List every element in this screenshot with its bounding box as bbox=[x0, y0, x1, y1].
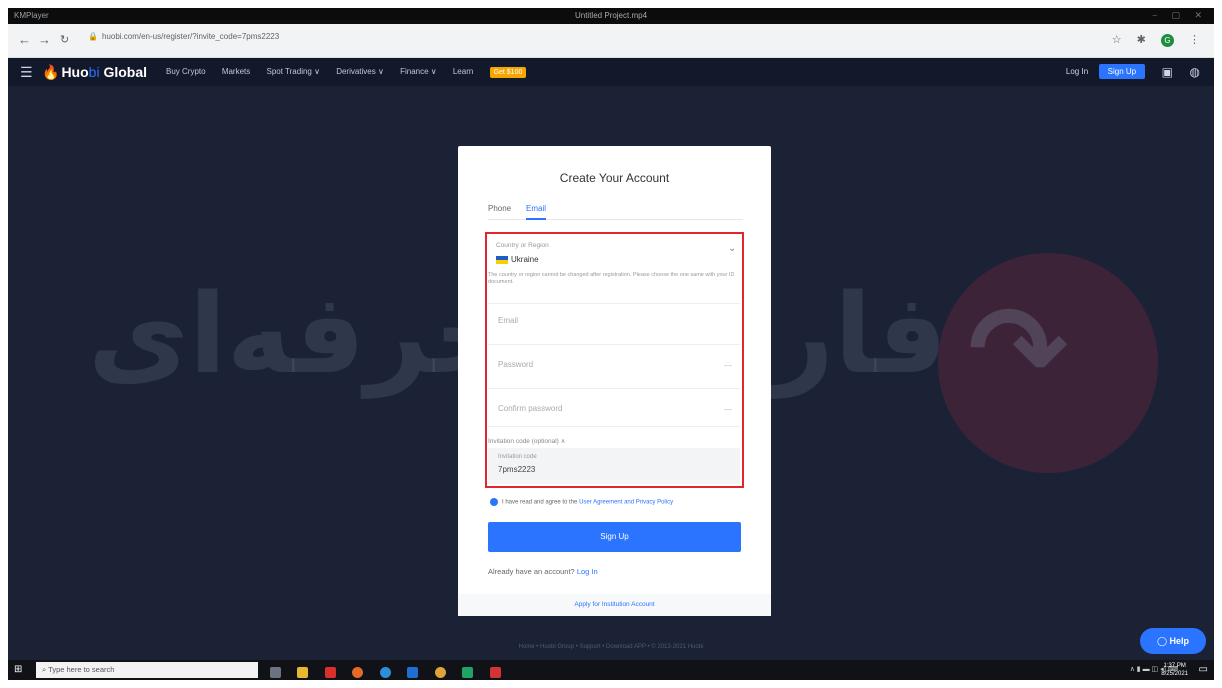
confirm-password-field[interactable]: Confirm password bbox=[498, 404, 562, 413]
browser-toolbar: ← → ↻ 🔒 huobi.com/en-us/register/?invite_… bbox=[8, 24, 1214, 58]
profile-avatar[interactable]: G bbox=[1160, 33, 1174, 47]
clock-date: 8/25/2021 bbox=[1161, 671, 1188, 677]
eye-off-icon[interactable]: — bbox=[724, 361, 732, 370]
eye-off-icon[interactable]: — bbox=[724, 405, 732, 414]
url-text: huobi.com/en-us/register/?invite_code=7p… bbox=[101, 32, 280, 41]
globe-icon[interactable]: ◍ bbox=[1190, 65, 1200, 79]
chat-icon: ◯ bbox=[1156, 636, 1168, 646]
help-label: Help bbox=[1169, 636, 1190, 646]
signup-button[interactable]: Sign Up bbox=[488, 522, 741, 552]
forward-icon[interactable]: → bbox=[38, 33, 51, 47]
taskbar-search[interactable]: ⌕ Type here to search bbox=[36, 662, 258, 678]
back-icon[interactable]: ← bbox=[18, 33, 31, 47]
divider bbox=[488, 303, 740, 304]
ukraine-flag-icon bbox=[496, 255, 508, 264]
lock-icon: 🔒 bbox=[88, 32, 98, 41]
watermark-logo: ↷ bbox=[938, 253, 1158, 473]
taskbar-clock[interactable]: 1:37 PM 8/25/2021 bbox=[1161, 662, 1188, 678]
search-placeholder: Type here to search bbox=[48, 665, 115, 674]
notifications-icon[interactable]: ▭ bbox=[1199, 664, 1208, 675]
tab-email[interactable]: Email bbox=[526, 204, 547, 220]
invite-code-value: 7pms2223 bbox=[498, 465, 536, 474]
hamburger-menu-icon[interactable]: ☰ bbox=[20, 64, 33, 81]
firefox-icon[interactable] bbox=[352, 667, 364, 679]
email-field[interactable]: Email bbox=[498, 316, 518, 325]
divider bbox=[488, 344, 740, 345]
login-prompt: Already have an account? Log In bbox=[488, 567, 598, 576]
invite-code-field[interactable]: Invitation code 7pms2223 bbox=[488, 448, 740, 484]
country-label: Country or Region bbox=[496, 242, 549, 249]
chrome-icon[interactable] bbox=[434, 667, 446, 679]
clock-time: 1:37 PM bbox=[1163, 663, 1186, 669]
star-icon[interactable]: ☆ bbox=[1112, 34, 1122, 46]
search-icon: ⌕ bbox=[42, 665, 47, 674]
divider bbox=[488, 426, 740, 427]
player-title-bar: KMPlayer Untitled Project.mp4 ⎯ ▢ ✕ bbox=[8, 8, 1214, 24]
help-button[interactable]: ◯ Help bbox=[1140, 628, 1206, 654]
nav-finance[interactable]: Finance ∨ bbox=[400, 67, 437, 76]
tab-phone[interactable]: Phone bbox=[488, 204, 511, 213]
taskbar-apps bbox=[270, 664, 513, 680]
header-signup-button[interactable]: Sign Up bbox=[1098, 64, 1146, 79]
window-controls[interactable]: ⎯ ▢ ✕ bbox=[1152, 10, 1208, 21]
player-file-name: Untitled Project.mp4 bbox=[574, 11, 648, 20]
main-nav: Buy Crypto Markets Spot Trading ∨ Deriva… bbox=[166, 67, 540, 78]
header-login-link[interactable]: Log In bbox=[1066, 67, 1088, 76]
nav-spot-trading[interactable]: Spot Trading ∨ bbox=[267, 67, 320, 76]
login-link[interactable]: Log In bbox=[577, 567, 598, 576]
agreement-link[interactable]: User Agreement and Privacy Policy bbox=[579, 500, 673, 506]
page-footer-links[interactable]: Home • Huobi Group • Support • Download … bbox=[8, 644, 1214, 650]
register-card: Create Your Account Phone Email Country … bbox=[458, 146, 771, 616]
nav-learn[interactable]: Learn bbox=[453, 67, 473, 76]
app-red2-icon[interactable] bbox=[489, 667, 501, 679]
invite-toggle[interactable]: Invitation code (optional) ∧ bbox=[488, 437, 565, 445]
country-value: Ukraine bbox=[511, 255, 539, 264]
agreement-row: I have read and agree to the User Agreem… bbox=[490, 498, 673, 506]
country-select[interactable]: Ukraine bbox=[496, 255, 539, 264]
country-note: The country or region cannot be changed … bbox=[488, 272, 735, 285]
already-text: Already have an account? bbox=[488, 567, 577, 576]
file-explorer-icon[interactable] bbox=[297, 667, 309, 679]
invite-code-label: Invitation code bbox=[498, 454, 537, 460]
nav-markets[interactable]: Markets bbox=[222, 67, 250, 76]
browser-menu-icon[interactable]: ⋮ bbox=[1189, 34, 1200, 46]
logo-text-main: Huo bbox=[61, 64, 89, 80]
app-red-icon[interactable] bbox=[324, 667, 336, 679]
nav-buy-crypto[interactable]: Buy Crypto bbox=[166, 67, 206, 76]
app-green-icon[interactable] bbox=[462, 667, 474, 679]
screen: KMPlayer Untitled Project.mp4 ⎯ ▢ ✕ ← → … bbox=[8, 8, 1214, 680]
logo-text-tail: Global bbox=[99, 64, 148, 80]
institution-account-link[interactable]: Apply for Institution Account bbox=[458, 594, 771, 616]
agree-checkbox[interactable] bbox=[490, 498, 498, 506]
site-header: ☰ 🔥 Huobi Global Buy Crypto Markets Spot … bbox=[8, 58, 1214, 86]
download-app-icon[interactable]: ▣ bbox=[1162, 65, 1173, 79]
agree-text: I have read and agree to the bbox=[502, 499, 580, 506]
extensions-icon[interactable]: ✱ bbox=[1137, 34, 1146, 46]
windows-start-icon[interactable]: ⊞ bbox=[14, 664, 22, 675]
app-blue2-icon[interactable] bbox=[407, 667, 419, 679]
chevron-down-icon[interactable]: ⌄ bbox=[728, 243, 736, 254]
form-title: Create Your Account bbox=[559, 171, 670, 185]
flame-icon: 🔥 bbox=[42, 64, 60, 80]
watermark-arrow-icon: ↷ bbox=[968, 283, 1069, 417]
address-bar[interactable]: 🔒 huobi.com/en-us/register/?invite_code=7… bbox=[88, 32, 279, 41]
password-field[interactable]: Password bbox=[498, 360, 533, 369]
nav-derivatives[interactable]: Derivatives ∨ bbox=[336, 67, 384, 76]
divider bbox=[488, 388, 740, 389]
huobi-logo[interactable]: 🔥 Huobi Global bbox=[42, 64, 147, 81]
reload-icon[interactable]: ↻ bbox=[60, 33, 69, 47]
logo-text-accent: bi bbox=[88, 64, 100, 80]
taskbar: ⊞ ⌕ Type here to search ∧ ▮ ▬ ◫ ◂) ⌨ 1:3… bbox=[8, 660, 1214, 680]
task-view-icon[interactable] bbox=[270, 667, 281, 679]
register-tabs: Phone Email bbox=[488, 204, 743, 220]
promo-badge[interactable]: Get $100 bbox=[489, 67, 527, 78]
app-blue-icon[interactable] bbox=[379, 667, 391, 679]
